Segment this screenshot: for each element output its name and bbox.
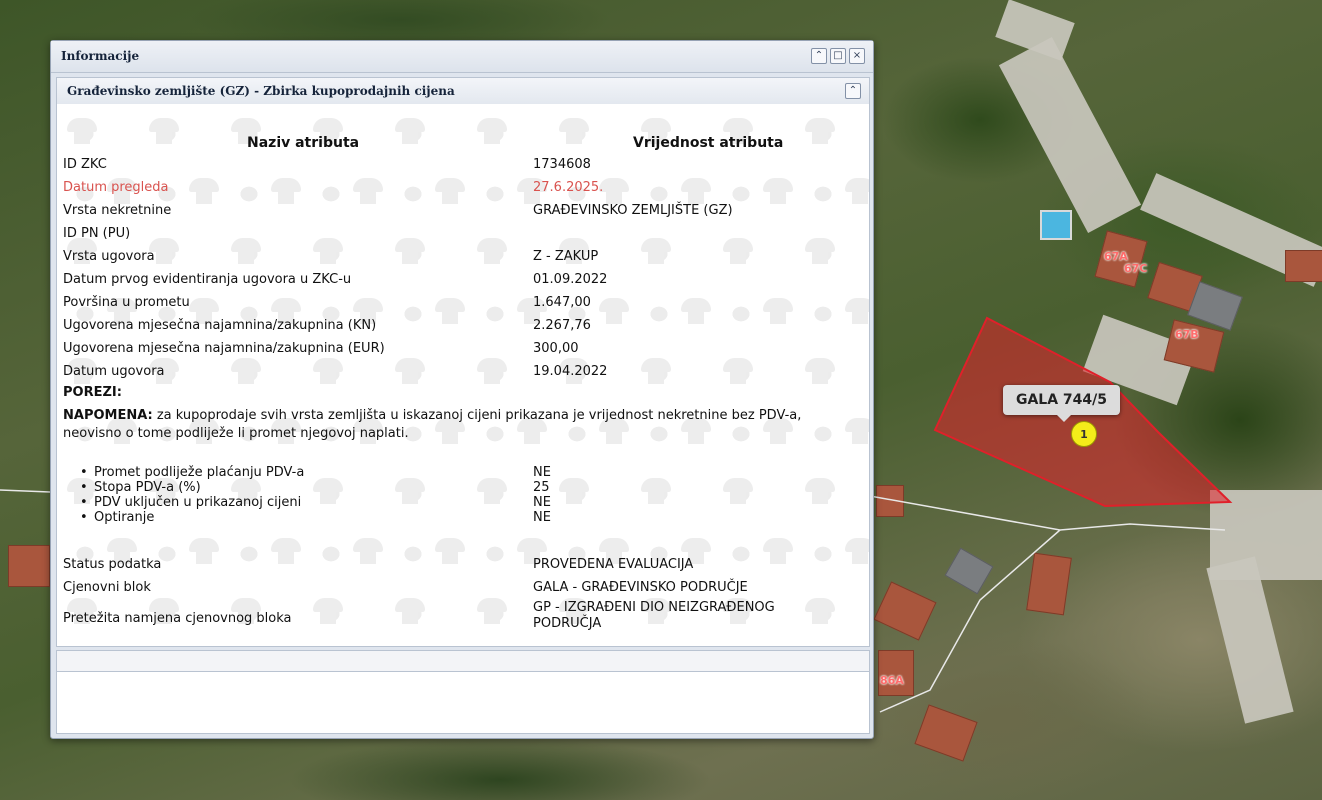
window-titlebar[interactable]: Informacije ⌃ □ × (51, 41, 873, 73)
attribute-value: GP - IZGRAĐENI DIO NEIZGRAĐENOG PODRUČJA (533, 600, 775, 632)
table-row: Datum pregleda (63, 179, 169, 197)
panel-title: Građevinsko zemljište (GZ) - Zbirka kupo… (67, 84, 455, 98)
list-item-value: NE (533, 495, 551, 510)
table-row: ID PN (PU) (63, 225, 130, 243)
table-row: Vrsta nekretnine (63, 202, 171, 220)
double-chevron-up-icon: ⌃ (814, 50, 824, 61)
attribute-value: 2.267,76 (533, 318, 591, 333)
attribute-label: Vrsta nekretnine (63, 203, 172, 218)
attribute-value: GALA - GRAĐEVINSKO PODRUČJE (533, 580, 748, 595)
attribute-value: 27.6.2025. (533, 180, 604, 195)
list-item-value: NE (533, 465, 551, 480)
window-title: Informacije (61, 49, 140, 63)
table-row: Datum ugovora (63, 363, 165, 381)
attribute-label: Cjenovni blok (63, 580, 151, 595)
attribute-value: 300,00 (533, 341, 579, 356)
table-row: Status podatka (63, 556, 161, 574)
tax-note: NAPOMENA: za kupoprodaje svih vrsta zeml… (63, 407, 853, 443)
table-row: Površina u prometu (63, 294, 190, 312)
attribute-label: Vrsta ugovora (63, 249, 155, 264)
list-item: PDV uključen u prikazanoj cijeni (80, 496, 301, 511)
table-row: Pretežita namjena cjenovnog bloka (63, 610, 292, 628)
attribute-label: Ugovorena mjesečna najamnina/zakupnina (… (63, 318, 377, 333)
map-marker[interactable]: 1 (1071, 421, 1097, 447)
attribute-value: 1.647,00 (533, 295, 591, 310)
column-header-name: Naziv atributa (247, 135, 360, 151)
taxes-heading: POREZI: (63, 385, 122, 400)
attribute-value: 19.04.2022 (533, 364, 608, 379)
list-item-value: NE (533, 510, 551, 525)
double-chevron-up-icon: ⌃ (848, 85, 858, 96)
list-item: Optiranje (80, 511, 154, 526)
secondary-panel (56, 650, 870, 734)
secondary-panel-header[interactable] (57, 651, 869, 672)
column-header-value: Vrijednost atributa (633, 135, 784, 151)
attribute-label: Datum prvog evidentiranja ugovora u ZKC-… (63, 272, 352, 287)
attribute-label: Datum pregleda (63, 180, 169, 195)
attribute-panel: Naziv atributa Vrijednost atributa ID ZK… (56, 104, 870, 647)
attribute-label: Ugovorena mjesečna najamnina/zakupnina (… (63, 341, 385, 356)
attribute-value: PROVEDENA EVALUACIJA (533, 557, 694, 572)
maximize-window-button[interactable]: □ (830, 48, 846, 64)
panel-header[interactable]: Građevinsko zemljište (GZ) - Zbirka kupo… (56, 77, 870, 105)
collapse-panel-button[interactable]: ⌃ (845, 83, 861, 99)
attribute-label: Status podatka (63, 557, 162, 572)
attribute-value: GRAĐEVINSKO ZEMLJIŠTE (GZ) (533, 203, 733, 218)
close-window-button[interactable]: × (849, 48, 865, 64)
table-row: Datum prvog evidentiranja ugovora u ZKC-… (63, 271, 351, 289)
list-item: Stopa PDV-a (%) (80, 481, 201, 496)
info-window: Informacije ⌃ □ × Građevinsko zemljište … (50, 40, 874, 739)
attribute-value: 01.09.2022 (533, 272, 608, 287)
list-item-value: 25 (533, 480, 550, 495)
attribute-value: 1734608 (533, 157, 591, 172)
attribute-label: Datum ugovora (63, 364, 165, 379)
table-row: ID ZKC (63, 156, 107, 174)
note-text: za kupoprodaje svih vrsta zemljišta u is… (63, 408, 802, 441)
parcel-label[interactable]: GALA 744/5 (1003, 385, 1120, 422)
attribute-table: Naziv atributa Vrijednost atributa ID ZK… (57, 104, 869, 646)
boundary-line (879, 529, 1061, 713)
attribute-value: Z - ZAKUP (533, 249, 599, 264)
table-row: Vrsta ugovora (63, 248, 155, 266)
table-row: Ugovorena mjesečna najamnina/zakupnina (… (63, 340, 385, 358)
attribute-label: ID PN (PU) (63, 226, 131, 241)
attribute-value-line: GP - IZGRAĐENI DIO NEIZGRAĐENOG (533, 600, 775, 615)
table-row: Ugovorena mjesečna najamnina/zakupnina (… (63, 317, 376, 335)
close-icon: × (852, 50, 862, 61)
attribute-value-line: PODRUČJA (533, 616, 602, 631)
attribute-label: Pretežita namjena cjenovnog bloka (63, 611, 292, 626)
attribute-label: Površina u prometu (63, 295, 190, 310)
note-label: NAPOMENA: (63, 408, 153, 423)
attribute-label: ID ZKC (63, 157, 107, 172)
collapse-window-button[interactable]: ⌃ (811, 48, 827, 64)
list-item: Promet podliježe plaćanju PDV-a (80, 466, 304, 481)
maximize-icon: □ (833, 50, 843, 61)
table-row: Cjenovni blok (63, 579, 151, 597)
